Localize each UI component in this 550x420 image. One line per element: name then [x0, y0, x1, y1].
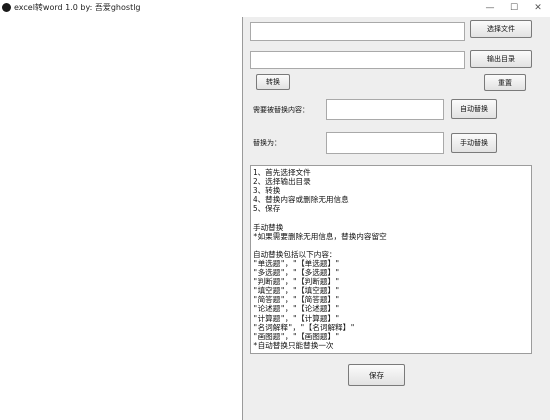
- instruction-line: 5、保存: [253, 204, 281, 214]
- reset-button[interactable]: 重置: [484, 74, 526, 91]
- instruction-line: 4、替换内容或删除无用信息: [253, 195, 349, 205]
- instruction-line: "论述题"，"【论述题】": [253, 304, 340, 314]
- instruction-line: [253, 241, 529, 250]
- output-dir-field[interactable]: [250, 51, 465, 69]
- instruction-line: *如果需要删除无用信息，替换内容留空: [253, 231, 387, 241]
- output-dir-button[interactable]: 输出目录: [470, 50, 532, 68]
- replace-target-field[interactable]: [326, 99, 444, 120]
- maximize-button[interactable]: ☐: [502, 0, 526, 17]
- instruction-line: 手动替换: [253, 222, 284, 232]
- app-icon: [2, 3, 11, 12]
- close-button[interactable]: ✕: [526, 0, 550, 17]
- title-bar: excel转word 1.0 by: 吾爱ghostlg — ☐ ✕: [0, 0, 550, 17]
- instruction-line: "计算题"，"【计算题】": [253, 313, 340, 323]
- minimize-button[interactable]: —: [478, 0, 502, 17]
- instruction-line: *自动替换只能替换一次: [253, 340, 334, 350]
- instruction-line: 1、首先选择文件: [253, 168, 311, 177]
- save-button[interactable]: 保存: [348, 364, 405, 386]
- instruction-line: [253, 213, 529, 222]
- instruction-line: "单选题"，"【单选题】": [253, 258, 340, 268]
- auto-replace-button[interactable]: 自动替换: [451, 99, 497, 119]
- instruction-line: "判断题"，"【判断题】": [253, 277, 340, 287]
- instruction-line: "填空题"，"【填空题】": [253, 286, 340, 296]
- instructions-text-area[interactable]: 1、首先选择文件 2、选择输出目录 3、转换 4、替换内容或删除无用信息 5、保存手动替…: [250, 165, 532, 354]
- replace-with-field[interactable]: [326, 132, 444, 154]
- instruction-line: 3、转换: [253, 186, 281, 196]
- instruction-line: "画图题"，"【画图题】": [253, 331, 340, 341]
- window-title: excel转word 1.0 by: 吾爱ghostlg: [14, 3, 141, 12]
- instruction-line: "多选题"，"【多选题】": [253, 268, 340, 278]
- instruction-line: "名词解释"，"【名词解释】": [253, 322, 355, 332]
- preview-pane: [0, 17, 243, 420]
- manual-replace-button[interactable]: 手动替换: [451, 133, 497, 153]
- convert-button[interactable]: 转换: [256, 74, 290, 90]
- replace-with-label: 替换为：: [253, 139, 281, 147]
- instruction-line: 自动替换包括以下内容：: [253, 249, 337, 259]
- replace-target-label: 需要被替换内容：: [253, 106, 309, 114]
- source-file-field[interactable]: [250, 22, 465, 41]
- instruction-line: 2、选择输出目录: [253, 177, 311, 187]
- select-file-button[interactable]: 选择文件: [470, 20, 532, 38]
